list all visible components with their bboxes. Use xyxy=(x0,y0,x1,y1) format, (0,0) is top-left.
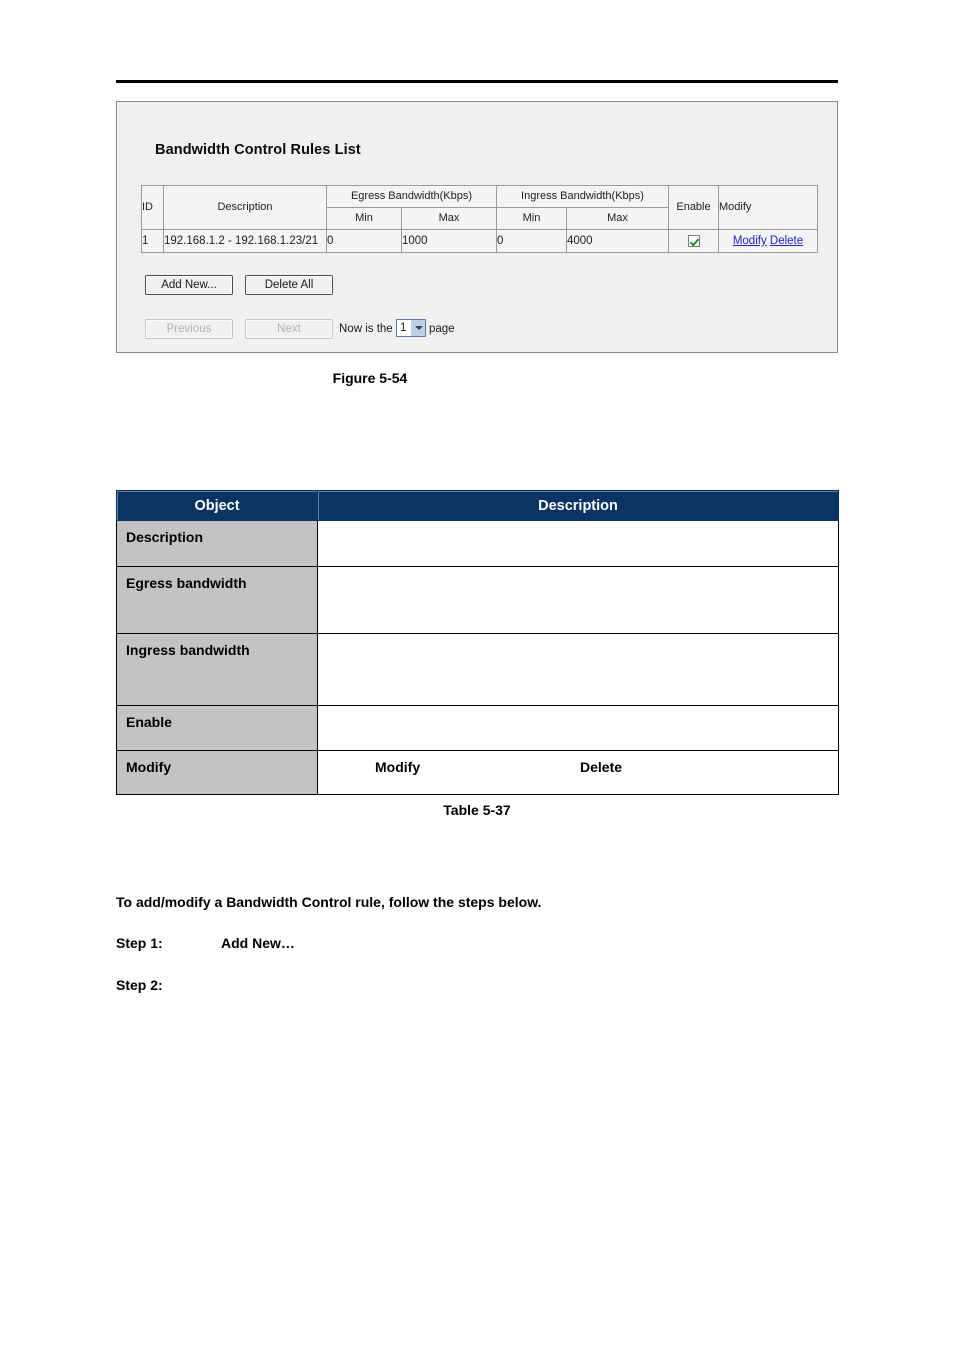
page-select-value: 1 xyxy=(400,322,407,334)
table-header-row-1: ID Description Egress Bandwidth(Kbps) In… xyxy=(141,185,818,230)
cell-egress-max: 1000 xyxy=(401,229,497,253)
object-description-table: Object Description Description Egress ba… xyxy=(116,490,839,795)
step-1-label: Step 1: xyxy=(116,935,163,951)
column-header-enable: Enable xyxy=(668,185,719,230)
desc-object-ingress-bandwidth: Ingress bandwidth xyxy=(116,633,318,706)
figure-caption: Figure 5-54 xyxy=(332,370,408,386)
table-row: Ingress bandwidth xyxy=(116,633,839,706)
desc-value-ingress-bandwidth xyxy=(317,633,839,706)
column-header-ingress-max: Max xyxy=(566,207,669,230)
modify-link[interactable]: Modify xyxy=(733,235,767,247)
column-header-egress-bandwidth: Egress Bandwidth(Kbps) xyxy=(326,185,497,208)
cell-id: 1 xyxy=(141,229,164,253)
desc-value-egress-bandwidth xyxy=(317,566,839,634)
desc-header-row: Object Description xyxy=(116,490,839,521)
desc-object-enable: Enable xyxy=(116,705,318,751)
column-header-modify: Modify xyxy=(718,185,818,230)
chevron-down-icon xyxy=(410,320,425,336)
step-1-text: Add New… xyxy=(221,935,295,951)
previous-button[interactable]: Previous xyxy=(145,319,233,339)
pager-prefix-label: Now is the xyxy=(339,323,393,335)
cell-modify: Modify Delete xyxy=(718,229,818,253)
cell-egress-min: 0 xyxy=(326,229,402,253)
step-2-label: Step 2: xyxy=(116,977,163,993)
table-caption: Table 5-37 xyxy=(443,802,511,818)
desc-delete-word: Delete xyxy=(580,759,623,775)
delete-all-button[interactable]: Delete All xyxy=(245,275,333,295)
cell-description: 192.168.1.2 - 192.168.1.23/21 xyxy=(163,229,327,253)
delete-link[interactable]: Delete xyxy=(770,235,803,247)
desc-value-modify: Modify Delete xyxy=(317,750,839,795)
desc-value-enable xyxy=(317,705,839,751)
desc-modify-word: Modify xyxy=(375,759,421,775)
desc-object-modify: Modify xyxy=(116,750,318,795)
cell-ingress-max: 4000 xyxy=(566,229,669,253)
pager-suffix-label: page xyxy=(429,323,455,335)
column-header-ingress-min: Min xyxy=(496,207,567,230)
column-header-description: Description xyxy=(163,185,327,230)
column-header-egress-max: Max xyxy=(401,207,497,230)
desc-column-header-description: Description xyxy=(317,490,839,521)
page-title: Bandwidth Control Rules List xyxy=(155,142,361,158)
add-new-button[interactable]: Add New... xyxy=(145,275,233,295)
desc-object-description: Description xyxy=(116,520,318,567)
page-header-rule xyxy=(116,80,838,83)
desc-object-egress-bandwidth: Egress bandwidth xyxy=(116,566,318,634)
router-screenshot-panel: Bandwidth Control Rules List ID Descript… xyxy=(116,101,838,353)
table-row: 1 192.168.1.2 - 192.168.1.23/21 0 1000 0… xyxy=(141,229,818,253)
bandwidth-control-rules-table: ID Description Egress Bandwidth(Kbps) In… xyxy=(141,185,818,253)
desc-column-header-object: Object xyxy=(116,490,318,521)
column-header-egress-min: Min xyxy=(326,207,402,230)
next-button[interactable]: Next xyxy=(245,319,333,339)
intro-paragraph: To add/modify a Bandwidth Control rule, … xyxy=(116,894,542,910)
cell-ingress-min: 0 xyxy=(496,229,567,253)
table-row: Enable xyxy=(116,705,839,751)
page-select[interactable]: 1 xyxy=(396,319,426,337)
table-row: Egress bandwidth xyxy=(116,566,839,634)
enable-checkbox[interactable] xyxy=(687,234,700,247)
table-row: Modify Modify Delete xyxy=(116,750,839,795)
cell-enable xyxy=(668,229,719,253)
column-header-ingress-bandwidth: Ingress Bandwidth(Kbps) xyxy=(496,185,669,208)
column-header-id: ID xyxy=(141,185,164,230)
desc-value-description xyxy=(317,520,839,567)
table-row: Description xyxy=(116,520,839,567)
